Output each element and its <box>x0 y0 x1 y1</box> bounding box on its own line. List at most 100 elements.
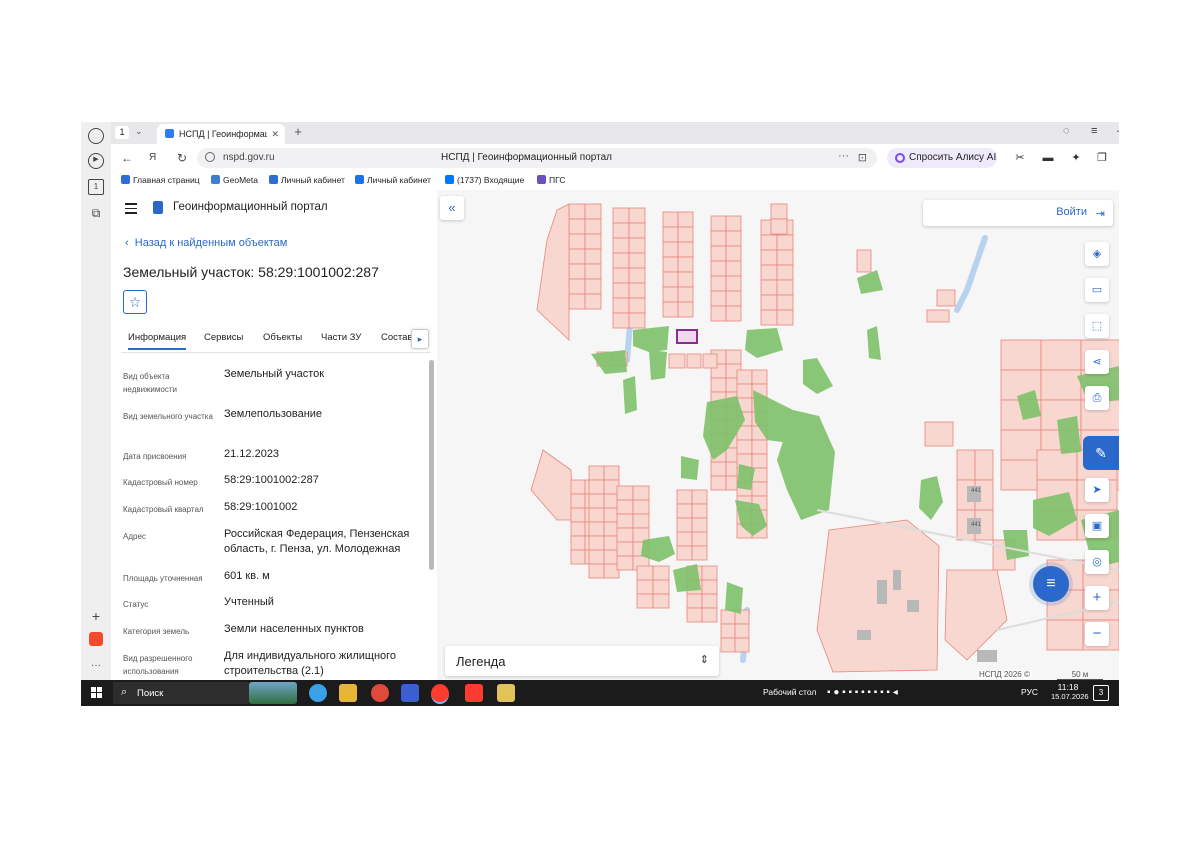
parcel[interactable] <box>676 503 693 519</box>
bookmark-item[interactable]: (1737) Входящие <box>445 175 524 185</box>
clock[interactable]: 11:18 15.07.2026 <box>1051 682 1089 701</box>
parcel[interactable] <box>776 249 794 266</box>
url-field[interactable]: nspd.gov.ru НСПД | Геоинформационный пор… <box>197 148 877 168</box>
parcel[interactable] <box>588 507 605 523</box>
zoom-in-icon[interactable]: + <box>1085 586 1109 610</box>
parcel[interactable] <box>760 249 778 266</box>
parcel[interactable] <box>702 353 718 369</box>
parcel[interactable] <box>710 377 727 393</box>
parcel[interactable] <box>570 479 586 495</box>
parcel[interactable] <box>1000 429 1042 461</box>
parcel[interactable] <box>736 439 753 455</box>
language-indicator[interactable]: РУС <box>1021 687 1038 697</box>
parcel[interactable] <box>584 233 602 250</box>
parcel[interactable] <box>568 278 586 295</box>
parcel[interactable] <box>536 203 570 341</box>
parcel[interactable] <box>612 222 630 239</box>
parcel[interactable] <box>628 207 646 224</box>
parcel[interactable] <box>751 481 768 497</box>
parcel[interactable] <box>710 475 727 491</box>
map-canvas[interactable]: 441 441 <box>437 190 1119 680</box>
add-panel-icon[interactable]: + <box>88 608 104 624</box>
edge-icon[interactable] <box>309 684 327 702</box>
parcel[interactable] <box>776 234 794 251</box>
cadastral-map[interactable]: 441 441 « Войти ⇥ ◈ ▭ ⬚ ⋖ ⎙ ✎ ➤ ▣ ◎ + − ≡… <box>437 190 1119 680</box>
parcel[interactable] <box>926 309 950 323</box>
parcel[interactable] <box>588 535 605 551</box>
parcel[interactable] <box>588 521 605 537</box>
hamburger-menu-icon[interactable] <box>125 203 137 214</box>
parcel[interactable] <box>662 256 679 273</box>
parcel[interactable] <box>570 535 586 551</box>
parcel[interactable] <box>568 248 586 265</box>
parcel[interactable] <box>584 248 602 265</box>
parcel[interactable] <box>760 234 778 251</box>
parcel[interactable] <box>584 218 602 235</box>
parcel[interactable] <box>612 297 630 314</box>
app-icon[interactable] <box>497 684 515 702</box>
parcel[interactable] <box>776 264 794 281</box>
parcel[interactable] <box>720 623 736 639</box>
parcel[interactable] <box>936 289 956 307</box>
parcel[interactable] <box>691 545 708 561</box>
collections-icon[interactable]: ❐ <box>1095 151 1109 165</box>
parcel[interactable] <box>725 305 742 322</box>
parcel[interactable] <box>588 479 605 495</box>
parcel[interactable] <box>776 279 794 296</box>
desktop-toolbar[interactable]: Рабочий стол <box>763 687 816 697</box>
parcel[interactable] <box>632 485 650 501</box>
parcel[interactable] <box>1000 339 1042 371</box>
parcel[interactable] <box>1040 339 1082 371</box>
parcel[interactable] <box>770 218 788 235</box>
parcel[interactable] <box>628 237 646 254</box>
parcel[interactable] <box>1040 369 1082 401</box>
parcel[interactable] <box>686 353 702 369</box>
parcel[interactable] <box>924 421 954 447</box>
parcel[interactable] <box>720 637 736 653</box>
parcel[interactable] <box>751 369 768 385</box>
panel-scrollbar[interactable] <box>429 360 434 570</box>
minimize-icon[interactable]: – <box>1117 125 1119 137</box>
save-app-icon[interactable] <box>401 684 419 702</box>
parcel[interactable] <box>776 294 794 311</box>
ruler-icon[interactable]: ▭ <box>1085 278 1109 302</box>
back-arrow-icon[interactable]: ← <box>121 151 133 165</box>
parcel[interactable] <box>652 593 670 609</box>
parcel[interactable] <box>736 369 753 385</box>
tabs-icon[interactable]: 1 <box>88 179 104 195</box>
tab-services[interactable]: Сервисы <box>204 332 243 343</box>
reload-icon[interactable]: ↻ <box>177 151 187 165</box>
parcel[interactable] <box>632 513 650 529</box>
parcel[interactable] <box>1036 449 1078 481</box>
parcel[interactable] <box>584 278 602 295</box>
legend-dropdown[interactable]: Легенда ⇕ <box>445 646 719 676</box>
parcel[interactable] <box>628 252 646 269</box>
login-button[interactable]: Войти ⇥ <box>923 200 1113 226</box>
play-icon[interactable]: ▶ <box>88 153 104 169</box>
more-actions-icon[interactable]: ··· <box>838 150 849 162</box>
parcel[interactable] <box>612 282 630 299</box>
parcel[interactable] <box>662 271 679 288</box>
site-info-icon[interactable] <box>205 152 215 162</box>
parcel[interactable] <box>725 349 742 365</box>
parcel[interactable] <box>710 260 727 277</box>
parcel[interactable] <box>628 282 646 299</box>
parcel[interactable] <box>776 309 794 326</box>
parcel[interactable] <box>568 218 586 235</box>
parcel[interactable] <box>856 249 872 273</box>
parcel[interactable] <box>944 569 1008 661</box>
zoom-out-icon[interactable]: − <box>1085 622 1109 646</box>
parcel[interactable] <box>686 593 703 609</box>
mail-app-icon[interactable] <box>89 632 103 646</box>
parcel[interactable] <box>710 461 727 477</box>
parcel[interactable] <box>725 260 742 277</box>
parcel[interactable] <box>612 267 630 284</box>
parcel[interactable] <box>612 252 630 269</box>
parcel[interactable] <box>710 275 727 292</box>
parcel[interactable] <box>603 465 620 481</box>
windows-start-icon[interactable] <box>91 687 102 698</box>
parcel[interactable] <box>677 211 694 228</box>
selected-parcel[interactable] <box>676 329 698 344</box>
parcel[interactable] <box>568 263 586 280</box>
parcel[interactable] <box>677 271 694 288</box>
